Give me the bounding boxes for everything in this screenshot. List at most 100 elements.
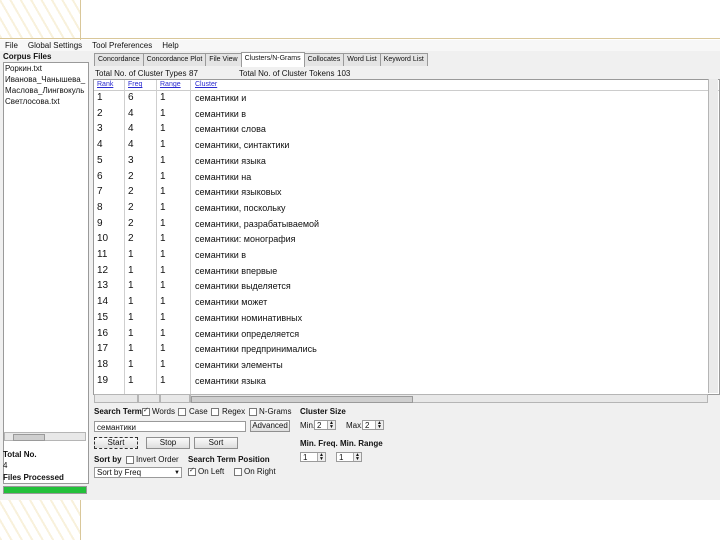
cell-freq: 1 [128, 264, 134, 276]
sort-button[interactable]: Sort [194, 437, 238, 449]
stepper-arrows-icon[interactable]: ▲ ▼ [375, 421, 383, 430]
corpus-file-item[interactable]: Светлосова.txt [4, 96, 88, 107]
tab-collocates[interactable]: Collocates [303, 53, 345, 66]
cell-rank: 6 [97, 170, 103, 182]
table-row[interactable]: 8 2 1 семантики, поскольку [94, 201, 719, 217]
cell-range: 1 [160, 170, 166, 182]
cell-cluster: семантики элементы [195, 359, 283, 370]
on-left-label: On Left [198, 467, 225, 476]
regex-checkbox[interactable] [211, 408, 219, 416]
tab-file-view[interactable]: File View [205, 53, 242, 66]
cell-rank: 16 [97, 327, 109, 339]
cluster-size-max-stepper[interactable]: 2 ▲ ▼ [362, 420, 384, 430]
header-range[interactable]: Range [160, 80, 181, 89]
scrollbar-thumb[interactable] [191, 396, 413, 403]
cell-rank: 11 [97, 249, 108, 260]
invert-order-checkbox[interactable] [126, 456, 134, 464]
tool-tabs: Concordance Concordance Plot File View C… [94, 52, 428, 67]
cell-cluster: семантики выделяется [195, 281, 291, 292]
min-range-stepper[interactable]: 1 ▲ ▼ [336, 452, 362, 462]
cell-cluster: семантики на [195, 171, 252, 182]
corpus-file-item[interactable]: Иванова_Чанышева_ [4, 74, 88, 85]
stepper-arrows-icon[interactable]: ▲ ▼ [317, 453, 325, 462]
table-row[interactable]: 6 2 1 семантики на [94, 170, 719, 186]
cell-range: 1 [160, 139, 166, 151]
header-rank[interactable]: Rank [97, 80, 113, 89]
min-freq-stepper[interactable]: 1 ▲ ▼ [300, 452, 326, 462]
tab-keyword-list[interactable]: Keyword List [379, 53, 428, 66]
range-column-scrollbar[interactable] [160, 394, 190, 403]
cell-cluster: семантики может [195, 297, 268, 308]
corpus-file-item[interactable]: Роркин.txt [4, 63, 88, 74]
advanced-button[interactable]: Advanced [250, 420, 290, 432]
stepper-arrows-icon[interactable]: ▲ ▼ [353, 453, 361, 462]
cell-freq: 1 [128, 296, 134, 308]
corpus-file-list[interactable]: Роркин.txt Иванова_Чанышева_ Маслова_Лин… [3, 62, 89, 484]
table-row[interactable]: 5 3 1 семантики языка [94, 154, 719, 170]
words-checkbox[interactable] [142, 406, 150, 416]
header-freq[interactable]: Freq [128, 80, 142, 89]
tab-concordance[interactable]: Concordance [94, 53, 144, 66]
table-row[interactable]: 18 1 1 семантики элементы [94, 358, 719, 374]
sort-by-select[interactable]: Sort by Freq ▼ [94, 467, 182, 478]
antconc-window: File Global Settings Tool Preferences He… [0, 40, 720, 500]
cluster-size-min-stepper[interactable]: 2 ▲ ▼ [314, 420, 336, 430]
cell-rank: 15 [97, 311, 109, 323]
on-left-checkbox[interactable] [188, 466, 196, 476]
cell-freq: 4 [128, 107, 134, 119]
cell-range: 1 [160, 233, 166, 245]
corpus-horizontal-scrollbar[interactable] [4, 432, 86, 441]
cell-cluster: семантики номинативных [195, 312, 303, 323]
table-row[interactable]: 1 6 1 семантики и [94, 91, 719, 107]
table-row[interactable]: 2 4 1 семантики в [94, 107, 719, 123]
rank-column-scrollbar[interactable] [94, 394, 138, 403]
table-row[interactable]: 3 4 1 семантики слова [94, 122, 719, 138]
header-cluster[interactable]: Cluster [195, 80, 217, 89]
cluster-column-scrollbar[interactable] [190, 394, 708, 403]
table-row[interactable]: 9 2 1 семантики, разрабатываемой [94, 217, 719, 233]
cell-rank: 19 [97, 374, 109, 386]
files-processed-progress [3, 486, 87, 494]
menu-file[interactable]: File [0, 40, 23, 51]
ngrams-checkbox[interactable] [249, 408, 257, 416]
menu-tool-preferences[interactable]: Tool Preferences [87, 40, 157, 51]
start-button[interactable]: Start [94, 437, 138, 449]
table-row[interactable]: 4 4 1 семантики, синтактики [94, 138, 719, 154]
corpus-file-item[interactable]: Маслова_Лингвокуль [4, 85, 88, 96]
tab-clusters-ngrams[interactable]: Clusters/N-Grams [240, 52, 305, 67]
cell-cluster: семантики впервые [195, 265, 278, 276]
tab-word-list[interactable]: Word List [343, 53, 381, 66]
menu-help[interactable]: Help [157, 40, 183, 51]
cluster-results-table[interactable]: Rank Freq Range Cluster 1 6 1 семантики и24… [93, 79, 720, 395]
table-row[interactable]: 17 1 1 семантики предпринимались [94, 342, 719, 358]
case-label: Case [189, 407, 208, 416]
table-row[interactable]: 10 2 1 семантики: монография [94, 232, 719, 248]
results-vertical-scrollbar[interactable] [708, 79, 718, 393]
cell-freq: 3 [128, 154, 134, 166]
table-row[interactable]: 16 1 1 семантики определяется [94, 327, 719, 343]
stop-button[interactable]: Stop [146, 437, 190, 449]
table-row[interactable]: 13 1 1 семантики выделяется [94, 279, 719, 295]
cell-rank: 17 [97, 343, 109, 355]
table-row[interactable]: 12 1 1 семантики впервые [94, 264, 719, 280]
search-term-input[interactable]: семантики [94, 421, 246, 432]
tab-concordance-plot[interactable]: Concordance Plot [142, 53, 207, 66]
table-row[interactable]: 19 1 1 семантики языка [94, 374, 719, 390]
table-row[interactable]: 14 1 1 семантики может [94, 295, 719, 311]
menu-global-settings[interactable]: Global Settings [23, 40, 87, 51]
table-row[interactable]: 7 2 1 семантики языковых [94, 185, 719, 201]
total-no-value: 4 [3, 461, 8, 470]
table-row[interactable]: 15 1 1 семантики номинативных [94, 311, 719, 327]
decorative-pattern-bottom [0, 495, 80, 540]
cell-cluster: семантики в [195, 250, 247, 260]
on-right-checkbox[interactable] [234, 468, 242, 476]
scrollbar-thumb[interactable] [13, 434, 45, 441]
cell-cluster: семантики: монография [195, 234, 296, 245]
cell-rank: 3 [97, 123, 103, 135]
table-row[interactable]: 11 1 1 семантики в [94, 248, 719, 264]
cell-rank: 12 [97, 264, 109, 276]
cluster-tokens-value: 103 [337, 69, 351, 78]
case-checkbox[interactable] [178, 408, 186, 416]
stepper-arrows-icon[interactable]: ▲ ▼ [327, 421, 335, 430]
freq-column-scrollbar[interactable] [138, 394, 160, 403]
